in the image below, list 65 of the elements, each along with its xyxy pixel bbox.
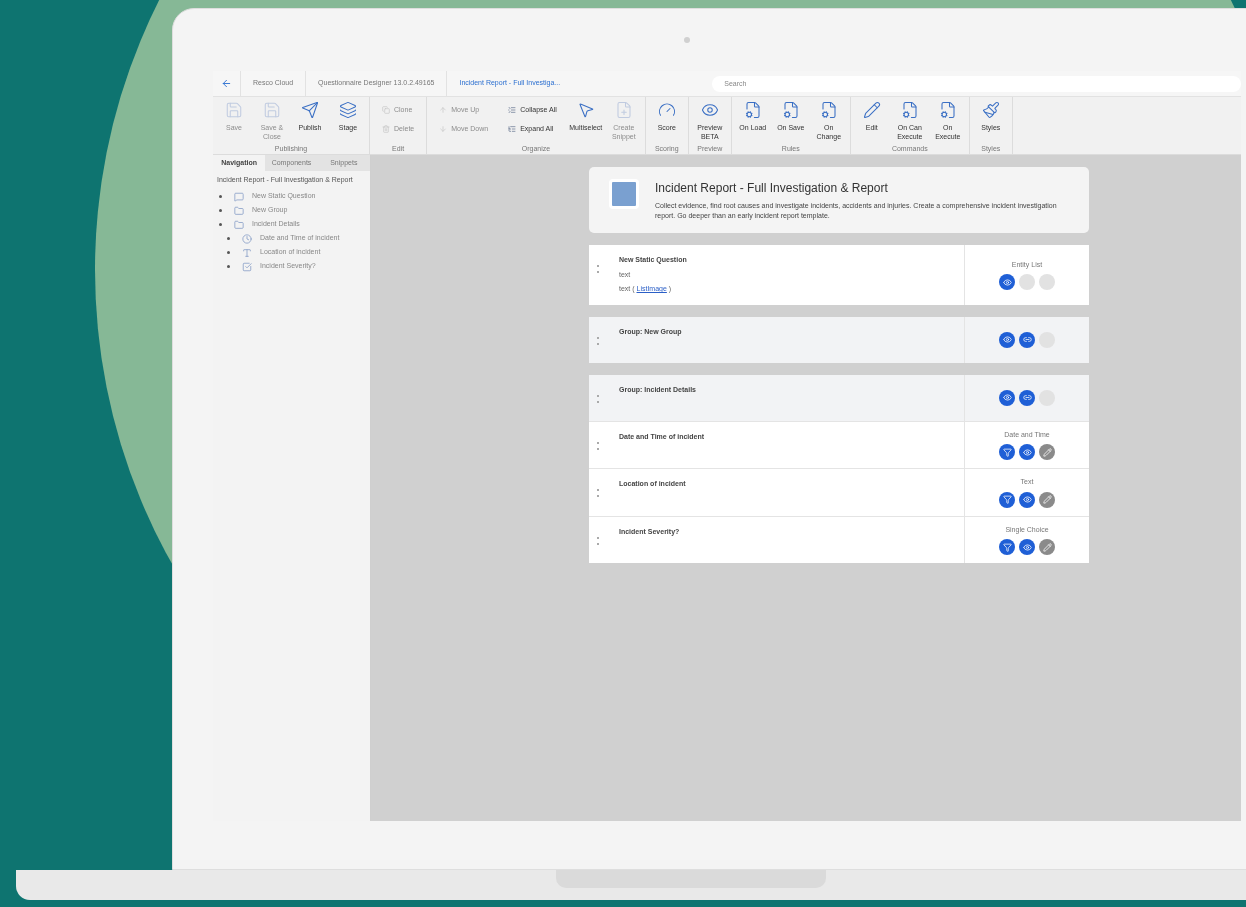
send-icon bbox=[301, 101, 319, 119]
eye-icon bbox=[1002, 277, 1012, 287]
link-icon bbox=[1022, 335, 1032, 344]
toggle-button[interactable] bbox=[1019, 389, 1035, 406]
toggle-button[interactable] bbox=[999, 389, 1015, 406]
list-icon bbox=[508, 124, 517, 133]
pencil-icon bbox=[1042, 447, 1052, 457]
empty-toggle[interactable] bbox=[1019, 274, 1035, 290]
trash-icon bbox=[382, 124, 390, 133]
form-title: Incident Report - Full Investigation & Report bbox=[655, 180, 889, 197]
pencil-icon bbox=[1042, 542, 1052, 552]
link-icon bbox=[1022, 393, 1032, 402]
document-icon bbox=[938, 101, 957, 119]
toggle-button[interactable] bbox=[999, 331, 1015, 348]
folder-icon bbox=[234, 205, 244, 216]
eye-icon bbox=[1022, 447, 1032, 457]
gauge-icon bbox=[657, 101, 676, 119]
copy-icon bbox=[382, 106, 390, 115]
brush-icon bbox=[981, 101, 1000, 119]
drag-handle-icon[interactable] bbox=[597, 495, 599, 497]
list-icon bbox=[508, 106, 517, 115]
pencil-icon bbox=[1042, 495, 1052, 504]
toggle-button[interactable] bbox=[999, 444, 1015, 460]
filter-icon bbox=[1002, 495, 1012, 504]
document-icon bbox=[819, 101, 838, 119]
back-arrow-icon bbox=[221, 78, 232, 89]
toggle-button[interactable] bbox=[1039, 539, 1055, 555]
document-icon bbox=[781, 101, 800, 119]
drag-handle-icon[interactable] bbox=[597, 489, 599, 491]
clock-icon bbox=[242, 233, 252, 244]
document-icon bbox=[900, 101, 919, 119]
camera-icon bbox=[684, 37, 690, 43]
drag-handle-icon[interactable] bbox=[597, 271, 599, 273]
empty-toggle[interactable] bbox=[1039, 274, 1055, 290]
layers-icon bbox=[339, 101, 357, 119]
checkbox-icon bbox=[242, 261, 252, 272]
toggle-button[interactable] bbox=[999, 539, 1015, 555]
photo-placeholder bbox=[609, 179, 639, 209]
text-icon bbox=[242, 247, 252, 258]
toggle-button[interactable] bbox=[999, 274, 1015, 290]
arrow-up-icon bbox=[439, 106, 448, 115]
file-icon bbox=[614, 101, 633, 119]
eye-icon bbox=[1002, 335, 1012, 344]
eye-icon bbox=[1002, 393, 1012, 402]
folder-icon bbox=[234, 219, 244, 230]
toggle-button[interactable] bbox=[999, 491, 1015, 508]
speech-icon bbox=[234, 191, 244, 202]
toggle-button[interactable] bbox=[1039, 444, 1055, 460]
arrow-down-icon bbox=[439, 124, 448, 133]
pointer-icon bbox=[576, 101, 595, 119]
toggle-button[interactable] bbox=[1039, 491, 1055, 508]
save-icon bbox=[263, 101, 281, 119]
toggle-button[interactable] bbox=[1019, 491, 1035, 508]
filter-icon bbox=[1002, 447, 1012, 457]
drag-handle-icon[interactable] bbox=[597, 265, 599, 267]
eye-icon bbox=[1022, 495, 1032, 504]
document-icon bbox=[743, 101, 762, 119]
eye-icon bbox=[1022, 542, 1032, 552]
eye-icon bbox=[700, 101, 719, 119]
toggle-button[interactable] bbox=[1019, 444, 1035, 460]
toggle-button[interactable] bbox=[1019, 331, 1035, 348]
save-icon bbox=[225, 101, 243, 119]
toggle-button[interactable] bbox=[1019, 539, 1035, 555]
filter-icon bbox=[1002, 542, 1012, 552]
pencil-icon bbox=[862, 101, 881, 119]
